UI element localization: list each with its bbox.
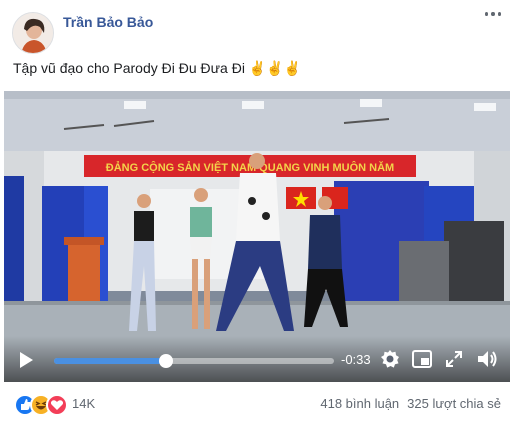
avatar[interactable] — [12, 12, 54, 54]
video-player[interactable]: ĐẢNG CỘNG SẢN VIỆT NAM QUANG VINH MUÔN N… — [4, 91, 510, 382]
video-progress-handle[interactable] — [159, 354, 173, 368]
post-footer: 14K 418 bình luận 325 lượt chia sẻ — [0, 384, 515, 423]
engagement-stats: 418 bình luận 325 lượt chia sẻ — [320, 396, 501, 411]
play-icon[interactable] — [18, 351, 34, 369]
volume-icon[interactable] — [476, 348, 498, 370]
reaction-count[interactable]: 14K — [72, 396, 95, 411]
more-options-icon[interactable] — [485, 12, 501, 20]
love-icon — [46, 394, 68, 416]
picture-in-picture-icon[interactable] — [412, 350, 432, 368]
reaction-icons[interactable] — [14, 394, 70, 416]
comment-count[interactable]: 418 bình luận — [320, 396, 399, 411]
video-progress-bar[interactable] — [54, 354, 334, 368]
avatar-image — [13, 13, 53, 53]
share-count[interactable]: 325 lượt chia sẻ — [407, 396, 501, 411]
post-card: Trần Bảo Bảo Tập vũ đạo cho Parody Đi Đu… — [0, 0, 515, 423]
gear-icon[interactable] — [380, 349, 400, 369]
fullscreen-icon[interactable] — [445, 350, 463, 368]
post-caption: Tập vũ đạo cho Parody Đi Đu Đưa Đi ✌✌✌ — [13, 60, 302, 76]
author-name[interactable]: Trần Bảo Bảo — [63, 14, 153, 30]
time-remaining: -0:33 — [341, 352, 371, 367]
video-progress-fill — [54, 358, 166, 364]
